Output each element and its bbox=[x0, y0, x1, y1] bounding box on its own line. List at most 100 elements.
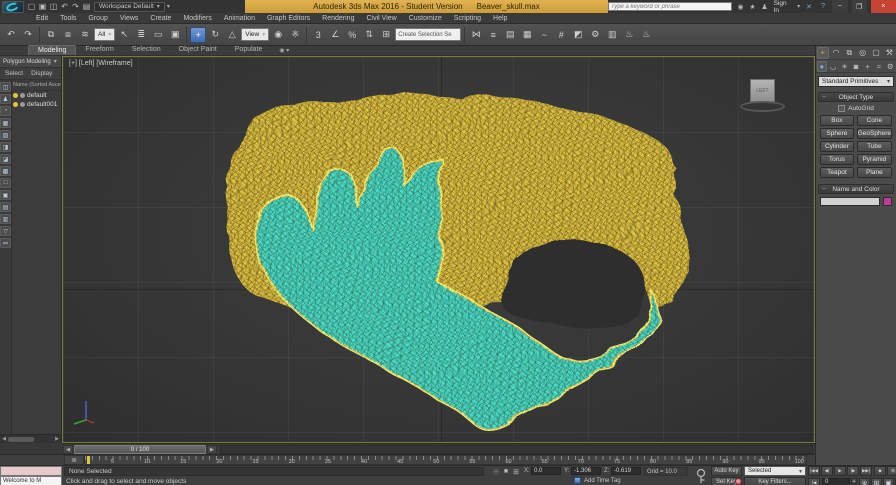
zoom-all-icon[interactable]: ⊞ bbox=[871, 478, 882, 485]
menu-item[interactable]: Modifiers bbox=[177, 15, 217, 22]
viewcube-compass-ring[interactable] bbox=[740, 101, 785, 112]
explorer-display-none-icon[interactable]: ◫ bbox=[0, 82, 11, 92]
schematic-view-icon[interactable]: # bbox=[553, 27, 569, 43]
percent-snap-icon[interactable]: % bbox=[344, 27, 360, 43]
ribbon-tab[interactable]: Modeling bbox=[28, 45, 76, 55]
primitive-button[interactable]: Sphere bbox=[820, 128, 854, 139]
close-button[interactable]: × bbox=[871, 0, 896, 13]
key-mode-toggle-icon[interactable]: ◆ bbox=[874, 466, 886, 476]
cameras-category-icon[interactable]: ◙ bbox=[851, 61, 861, 72]
menu-item[interactable]: Civil View bbox=[360, 15, 402, 22]
motion-tab-icon[interactable]: ◎ bbox=[857, 47, 869, 59]
select-by-name-icon[interactable]: ≣ bbox=[133, 27, 149, 43]
viewport-left-wireframe[interactable]: [+] [Left] [Wireframe] bbox=[62, 56, 815, 443]
select-and-rotate-icon[interactable]: ↻ bbox=[207, 27, 223, 43]
favorites-star-icon[interactable]: ★ bbox=[748, 3, 758, 11]
selection-filter-dropdown[interactable]: All▾ bbox=[94, 28, 115, 41]
render-setup-icon[interactable]: ⚙ bbox=[587, 27, 603, 43]
track-bar-ruler[interactable]: 5101520253035404550556065707580859095100 bbox=[84, 455, 807, 465]
primitive-button[interactable]: Teapot bbox=[820, 167, 854, 178]
current-frame-field[interactable]: 0 bbox=[822, 478, 850, 485]
viewcube-face[interactable]: LEFT bbox=[750, 79, 775, 103]
snap-toggle-3d-icon[interactable]: 3 bbox=[310, 27, 326, 43]
render-production-icon[interactable]: ♨ bbox=[621, 27, 637, 43]
undo-quick-icon[interactable]: ↶ bbox=[59, 1, 70, 12]
helpers-category-icon[interactable]: + bbox=[862, 61, 872, 72]
menu-item[interactable]: Group bbox=[82, 15, 113, 22]
help-icon[interactable]: ? bbox=[818, 3, 828, 11]
redo-quick-icon[interactable]: ↷ bbox=[70, 1, 81, 12]
maxscript-macro-recorder[interactable] bbox=[0, 466, 62, 476]
mirror-icon[interactable]: ⋈ bbox=[468, 27, 484, 43]
window-crossing-icon[interactable]: ▣ bbox=[167, 27, 183, 43]
edit-named-selection-sets-icon[interactable]: ⊞ bbox=[378, 27, 394, 43]
explorer-display-geometry-icon[interactable]: ◔ bbox=[0, 106, 11, 116]
select-object-icon[interactable]: ↖ bbox=[116, 27, 132, 43]
add-time-tag[interactable]: Add Time Tag bbox=[574, 477, 621, 484]
time-config-icon[interactable]: ⊞ bbox=[887, 466, 896, 476]
explorer-display-bones-icon[interactable]: ▤ bbox=[0, 202, 11, 212]
help-search-input[interactable] bbox=[608, 2, 732, 11]
undo-icon[interactable]: ↶ bbox=[3, 27, 19, 43]
maxscript-mini-listener[interactable]: Welcome to M bbox=[0, 476, 62, 485]
menu-item[interactable]: Create bbox=[144, 15, 177, 22]
explorer-display-xrefs-icon[interactable]: ▣ bbox=[0, 190, 11, 200]
spacewarps-category-icon[interactable]: ≈ bbox=[874, 61, 884, 72]
isolate-selection-icon[interactable]: ☉ bbox=[491, 467, 501, 476]
menu-item[interactable]: Customize bbox=[403, 15, 448, 22]
y-coord-field[interactable]: -1.306 bbox=[571, 467, 601, 475]
frame-spinner[interactable]: ▲▼ bbox=[851, 478, 857, 485]
systems-category-icon[interactable]: ⚙ bbox=[885, 61, 895, 72]
primitive-button[interactable]: Tube bbox=[857, 141, 892, 152]
next-frame-icon[interactable]: |▶ bbox=[847, 466, 859, 476]
ribbon-tab[interactable]: Object Paint bbox=[170, 45, 226, 55]
primitive-button[interactable]: Plane bbox=[857, 167, 892, 178]
name-color-rollout-header[interactable]: − Name and Color bbox=[818, 184, 894, 194]
explorer-display-cameras-icon[interactable]: ◨ bbox=[0, 142, 11, 152]
open-mini-curve-editor-icon[interactable]: ≣ bbox=[64, 455, 84, 465]
explorer-pick-filter-icon[interactable]: ≔ bbox=[0, 238, 11, 248]
set-key-mode-icon[interactable] bbox=[735, 478, 742, 485]
explorer-menu-item[interactable]: Select bbox=[5, 70, 23, 77]
project-folder-icon[interactable]: ▤ bbox=[81, 1, 92, 12]
sign-in-chevron-icon[interactable]: ▾ bbox=[797, 3, 800, 10]
menu-item[interactable]: Edit bbox=[30, 15, 54, 22]
z-coord-field[interactable]: -0.619 bbox=[611, 467, 641, 475]
primitive-button[interactable]: Cylinder bbox=[820, 141, 854, 152]
select-link-icon[interactable]: ⧉ bbox=[43, 27, 59, 43]
explorer-display-containers-icon[interactable]: ▥ bbox=[0, 214, 11, 224]
set-keys-key-icon[interactable] bbox=[694, 468, 708, 484]
geometry-category-icon[interactable]: ● bbox=[817, 61, 827, 72]
selection-set-dropdown[interactable]: Selected▾ bbox=[744, 466, 806, 476]
layer-manager-icon[interactable]: ▤ bbox=[502, 27, 518, 43]
primitive-button[interactable]: Torus bbox=[820, 154, 854, 165]
menu-item[interactable]: Animation bbox=[218, 15, 261, 22]
go-to-end-icon[interactable]: ▶▶| bbox=[860, 466, 872, 476]
ribbon-tab[interactable]: Freeform bbox=[76, 45, 122, 55]
polygon-modeling-panel[interactable]: Polygon Modeling▾ bbox=[0, 56, 61, 68]
menu-item[interactable]: Help bbox=[487, 15, 513, 22]
menu-item[interactable]: Rendering bbox=[316, 15, 360, 22]
display-tab-icon[interactable]: ▢ bbox=[870, 47, 882, 59]
create-tab-icon[interactable]: + bbox=[817, 47, 829, 59]
ribbon-toggle-icon[interactable]: ▦ bbox=[519, 27, 535, 43]
ribbon-tab[interactable]: Selection bbox=[123, 45, 170, 55]
named-selection-set-field[interactable]: Create Selection Se bbox=[395, 28, 461, 41]
minimize-button[interactable]: − bbox=[832, 0, 847, 13]
bind-spacewarp-icon[interactable]: ≋ bbox=[77, 27, 93, 43]
utilities-tab-icon[interactable]: ⚒ bbox=[883, 47, 895, 59]
restore-button[interactable]: ❐ bbox=[852, 0, 867, 13]
explorer-display-spacewarps-icon[interactable]: ▩ bbox=[0, 166, 11, 176]
scene-object-row[interactable]: default bbox=[12, 91, 61, 100]
time-forward-arrow-icon[interactable]: ▶ bbox=[207, 445, 217, 454]
new-scene-icon[interactable]: ▢ bbox=[26, 1, 37, 12]
spinner-snap-icon[interactable]: ⇅ bbox=[361, 27, 377, 43]
zoom-icon[interactable]: ⊕ bbox=[859, 478, 870, 485]
primitive-button[interactable]: Cone bbox=[857, 115, 892, 126]
use-pivot-center-icon[interactable]: ◉ bbox=[270, 27, 286, 43]
key-filters-button[interactable]: Key Filters... bbox=[744, 477, 806, 485]
explorer-column-header[interactable]: Name (Sorted Ascend bbox=[12, 80, 61, 91]
ribbon-minimize-icon[interactable]: ◉ ▾ bbox=[279, 47, 289, 55]
scene-object-row[interactable]: default001 bbox=[12, 100, 61, 109]
selection-lock-icon[interactable]: ■ bbox=[501, 467, 511, 476]
